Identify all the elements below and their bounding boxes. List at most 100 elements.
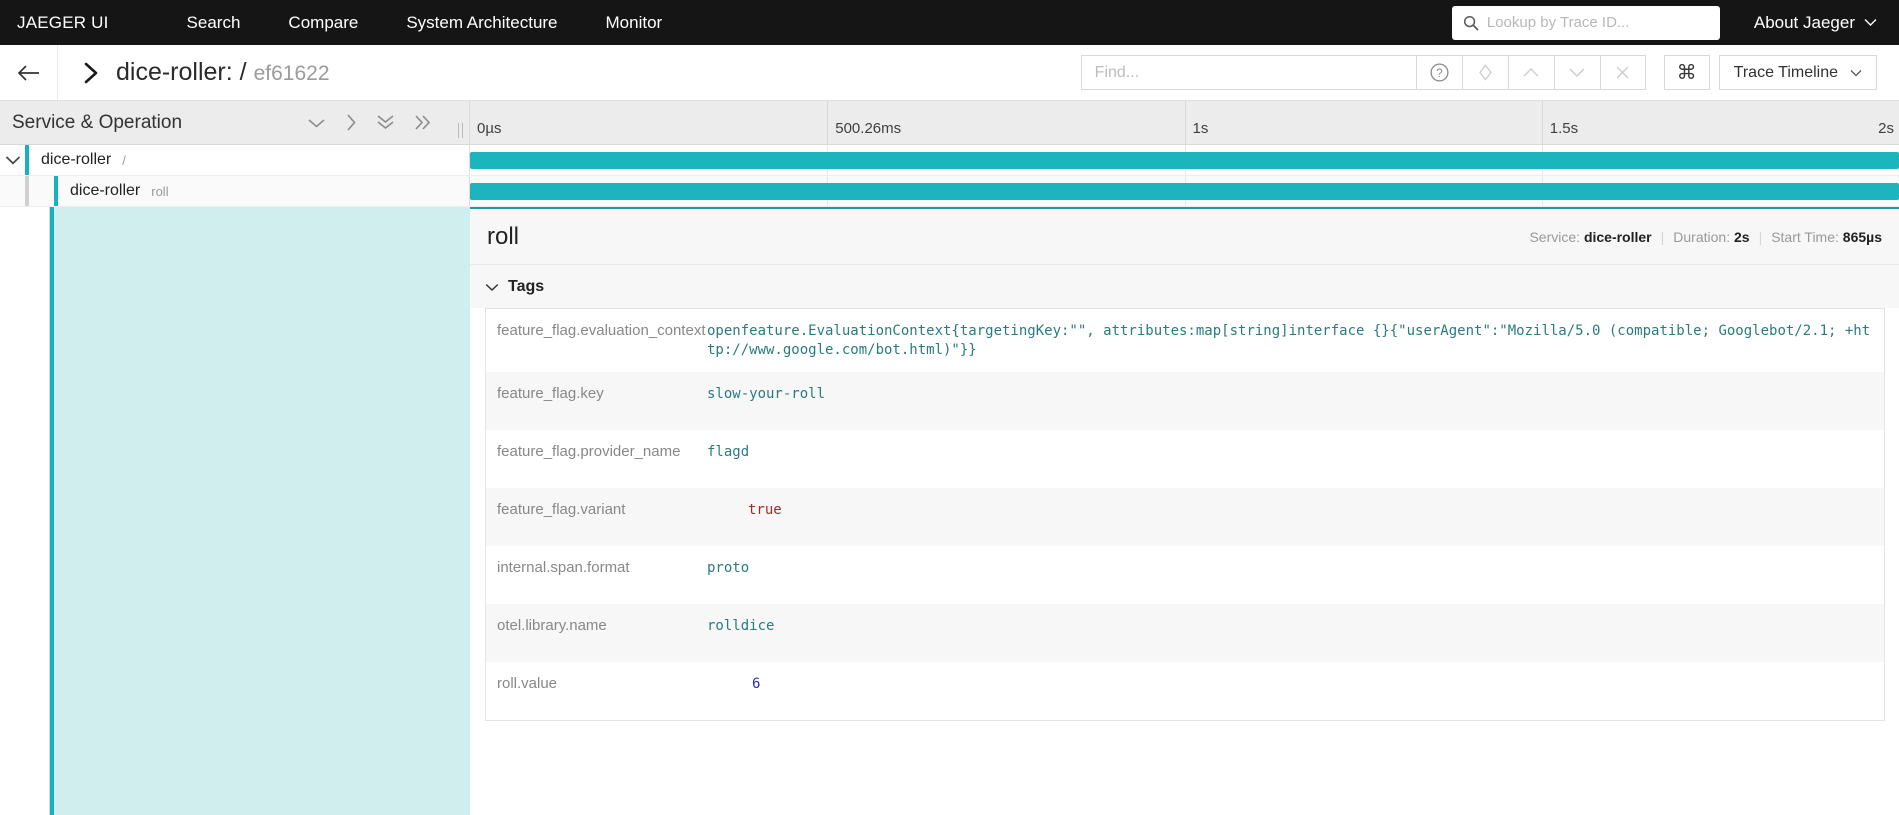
table-row[interactable]: internal.span.format proto <box>486 546 1884 604</box>
about-jaeger-menu[interactable]: About Jaeger <box>1754 13 1877 33</box>
nav-item-search[interactable]: Search <box>187 13 241 33</box>
span-operation-name: roll <box>151 183 169 199</box>
tag-value: rolldice <box>707 617 775 634</box>
tick-label: 2s <box>1878 120 1894 137</box>
trace-id-lookup[interactable] <box>1451 5 1720 40</box>
find-prev-button[interactable] <box>1507 55 1554 90</box>
tag-value: 6 <box>752 675 761 692</box>
page-title: dice-roller: / ef61622 <box>116 58 330 87</box>
span-row-label[interactable]: dice-roller roll <box>0 176 470 206</box>
tags-section-title: Tags <box>508 278 545 295</box>
chevron-down-icon <box>1850 69 1862 77</box>
meta-service: Service: dice-roller <box>1529 229 1651 245</box>
tag-value: true <box>748 501 782 518</box>
detail-gutter <box>0 207 25 815</box>
meta-separator: | <box>1758 228 1763 245</box>
tick-label: 500.26ms <box>835 120 902 137</box>
expand-one-icon[interactable] <box>345 113 357 132</box>
find-input[interactable] <box>1080 55 1416 90</box>
nav-item-monitor[interactable]: Monitor <box>606 13 663 33</box>
nav-item-compare[interactable]: Compare <box>288 13 358 33</box>
span-detail-header: roll Service: dice-roller | Duration: 2s… <box>470 209 1899 265</box>
span-bar-track <box>470 176 1899 206</box>
table-row[interactable]: feature_flag.variant true <box>486 487 1884 546</box>
table-row[interactable]: feature_flag.evaluation_context openfeat… <box>486 309 1884 372</box>
span-bar-track <box>470 145 1899 175</box>
collapse-one-icon[interactable] <box>307 117 326 129</box>
detail-gutter <box>25 207 50 815</box>
timeline-header: Service & Operation 0µs 500.26ms 1s 1.5s… <box>0 101 1899 145</box>
table-row[interactable]: roll.value 6 <box>486 662 1884 720</box>
trace-title-name: dice-roller: / <box>116 58 247 86</box>
question-circle-icon: ? <box>1430 63 1449 82</box>
span-duration-bar[interactable] <box>470 152 1899 169</box>
meta-start-value: 865µs <box>1842 228 1882 245</box>
span-color-accent <box>25 145 29 175</box>
search-icon <box>1463 15 1479 31</box>
about-jaeger-label: About Jaeger <box>1753 12 1855 32</box>
span-row[interactable]: dice-roller roll <box>0 176 1899 207</box>
top-navigation-bar: JAEGER UI Search Compare System Architec… <box>0 0 1899 45</box>
chevron-down-icon <box>1569 68 1585 78</box>
brand-logo[interactable]: JAEGER UI <box>17 13 109 33</box>
find-focus-button[interactable] <box>1461 55 1508 90</box>
column-resizer[interactable] <box>458 123 463 138</box>
meta-separator: | <box>1660 228 1665 245</box>
span-duration-bar[interactable] <box>470 183 1899 200</box>
meta-duration: Duration: 2s <box>1673 229 1749 245</box>
tag-key: feature_flag.evaluation_context <box>497 322 706 339</box>
svg-text:?: ? <box>1436 68 1442 80</box>
tick-label: 1.5s <box>1549 120 1579 137</box>
meta-start-label: Start Time: <box>1771 228 1839 245</box>
tag-key: feature_flag.variant <box>497 500 626 518</box>
tag-value: openfeature.EvaluationContext{targetingK… <box>707 323 1871 358</box>
find-next-button[interactable] <box>1553 55 1600 90</box>
tag-value: flagd <box>707 443 750 460</box>
meta-start-time: Start Time: 865µs <box>1771 229 1882 245</box>
view-mode-select[interactable]: Trace Timeline <box>1718 55 1877 90</box>
keyboard-shortcuts-button[interactable]: ⌘ <box>1663 55 1710 90</box>
tag-key: feature_flag.provider_name <box>497 442 681 460</box>
span-service-name: dice-roller <box>41 151 112 168</box>
span-row[interactable]: dice-roller / <box>0 145 1899 176</box>
span-row-label[interactable]: dice-roller / <box>0 145 470 175</box>
tag-key: otel.library.name <box>497 616 607 634</box>
table-row[interactable]: feature_flag.key slow-your-roll <box>486 371 1884 430</box>
service-operation-label: Service & Operation <box>12 111 183 133</box>
tag-key: feature_flag.key <box>497 384 604 402</box>
span-detail-panel: roll Service: dice-roller | Duration: 2s… <box>470 207 1899 815</box>
span-detail-meta: Service: dice-roller | Duration: 2s | St… <box>1529 229 1882 245</box>
find-control-group: ? <box>1080 55 1646 90</box>
nav-item-system-architecture[interactable]: System Architecture <box>406 13 557 33</box>
detail-tint-band <box>54 207 470 815</box>
chevron-up-icon <box>1523 67 1539 77</box>
meta-service-label: Service: <box>1529 228 1581 245</box>
chevron-down-icon <box>1864 18 1877 27</box>
chevron-down-icon <box>485 283 499 292</box>
tag-value: proto <box>707 559 750 576</box>
collapse-all-icon[interactable] <box>376 114 395 131</box>
span-detail-operation-name: roll <box>487 222 520 250</box>
find-clear-button[interactable] <box>1599 55 1646 90</box>
expand-all-icon[interactable] <box>414 114 433 131</box>
trace-detail-toggle-icon[interactable] <box>80 60 102 86</box>
close-icon <box>1616 66 1629 79</box>
meta-service-value: dice-roller <box>1583 228 1652 245</box>
tag-value: slow-your-roll <box>707 385 826 402</box>
trace-toolbar: dice-roller: / ef61622 ? <box>0 45 1899 101</box>
span-parent-guide <box>25 176 29 206</box>
tags-section-toggle[interactable]: Tags <box>470 265 1899 308</box>
tag-key: internal.span.format <box>497 558 630 576</box>
collapse-controls <box>307 113 433 132</box>
table-row[interactable]: otel.library.name rolldice <box>486 603 1884 662</box>
trace-title-id: ef61622 <box>253 62 330 85</box>
find-help-button[interactable]: ? <box>1415 55 1462 90</box>
tags-table: feature_flag.evaluation_context openfeat… <box>485 308 1885 721</box>
command-key-icon: ⌘ <box>1676 62 1697 84</box>
trace-id-input[interactable] <box>1486 7 1720 38</box>
back-button[interactable] <box>0 45 58 100</box>
span-expand-chevron-down-icon[interactable] <box>0 155 25 165</box>
tick-label: 0µs <box>477 120 502 137</box>
table-row[interactable]: feature_flag.provider_name flagd <box>486 430 1884 488</box>
span-operation-name: / <box>122 152 126 168</box>
